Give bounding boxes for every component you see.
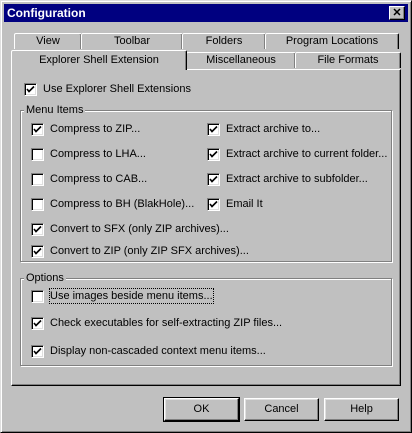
checkbox-box[interactable] — [207, 172, 220, 186]
checkbox-box[interactable] — [31, 289, 44, 303]
extract-subfolder-checkbox[interactable]: Extract archive to subfolder... — [207, 172, 368, 186]
use-shell-ext-label: Use Explorer Shell Extensions — [43, 83, 191, 95]
checkbox-box[interactable] — [31, 172, 44, 186]
tab-miscellaneous[interactable]: Miscellaneous — [186, 52, 296, 68]
extract-to-checkbox[interactable]: Extract archive to... — [207, 122, 320, 136]
checkbox-box[interactable] — [31, 147, 44, 161]
compress-lha-label: Compress to LHA... — [50, 148, 146, 160]
ok-button[interactable]: OK — [163, 397, 240, 422]
compress-bh-label: Compress to BH (BlakHole)... — [50, 198, 195, 210]
tab-view[interactable]: View — [14, 33, 82, 49]
compress-zip-checkbox[interactable]: Compress to ZIP... — [31, 122, 140, 136]
compress-bh-checkbox[interactable]: Compress to BH (BlakHole)... — [31, 197, 194, 211]
checkbox-box[interactable] — [31, 222, 44, 236]
title-bar[interactable]: Configuration ✕ — [4, 4, 408, 22]
tab-folders[interactable]: Folders — [182, 33, 266, 49]
tab-explorer-shell-extension[interactable]: Explorer Shell Extension — [11, 50, 187, 70]
options-group-title: Options — [24, 272, 66, 284]
tab-panel: Use Explorer Shell Extensions Menu Items… — [11, 69, 401, 386]
checkbox-box[interactable] — [207, 122, 220, 136]
convert-sfx-label: Convert to SFX (only ZIP archives)... — [50, 223, 229, 235]
checkbox-box[interactable] — [31, 316, 44, 330]
convert-sfx-checkbox[interactable]: Convert to SFX (only ZIP archives)... — [31, 222, 229, 236]
tab-program-locations[interactable]: Program Locations — [265, 33, 399, 49]
compress-cab-label: Compress to CAB... — [50, 173, 148, 185]
non-cascaded-label: Display non-cascaded context menu items.… — [50, 345, 266, 357]
checkbox-box[interactable] — [31, 122, 44, 136]
use-images-checkbox[interactable]: Use images beside menu items... — [31, 288, 214, 304]
help-button[interactable]: Help — [324, 398, 399, 421]
email-it-label: Email It — [226, 198, 263, 210]
cancel-button[interactable]: Cancel — [244, 398, 319, 421]
extract-current-label: Extract archive to current folder... — [226, 148, 388, 160]
checkbox-box[interactable] — [24, 82, 37, 96]
extract-to-label: Extract archive to... — [226, 123, 321, 135]
non-cascaded-checkbox[interactable]: Display non-cascaded context menu items.… — [31, 344, 266, 358]
checkbox-box[interactable] — [31, 197, 44, 211]
checkbox-box[interactable] — [31, 344, 44, 358]
checkbox-box[interactable] — [31, 244, 44, 258]
check-executables-checkbox[interactable]: Check executables for self-extracting ZI… — [31, 316, 282, 330]
tab-file-formats[interactable]: File Formats — [295, 52, 401, 68]
close-icon: ✕ — [392, 7, 402, 19]
tab-toolbar[interactable]: Toolbar — [81, 33, 183, 49]
convert-zip-checkbox[interactable]: Convert to ZIP (only ZIP SFX archives)..… — [31, 244, 249, 258]
use-images-label: Use images beside menu items... — [49, 288, 214, 304]
email-it-checkbox[interactable]: Email It — [207, 197, 263, 211]
extract-current-checkbox[interactable]: Extract archive to current folder... — [207, 147, 387, 161]
checkbox-box[interactable] — [207, 197, 220, 211]
extract-subfolder-label: Extract archive to subfolder... — [226, 173, 368, 185]
compress-lha-checkbox[interactable]: Compress to LHA... — [31, 147, 146, 161]
menu-items-group-title: Menu Items — [24, 104, 86, 116]
window-title: Configuration — [7, 6, 86, 20]
use-shell-ext-checkbox[interactable]: Use Explorer Shell Extensions — [24, 82, 191, 96]
compress-zip-label: Compress to ZIP... — [50, 123, 141, 135]
convert-zip-label: Convert to ZIP (only ZIP SFX archives)..… — [50, 245, 249, 257]
check-executables-label: Check executables for self-extracting ZI… — [50, 317, 283, 329]
checkbox-box[interactable] — [207, 147, 220, 161]
close-button[interactable]: ✕ — [389, 6, 405, 20]
compress-cab-checkbox[interactable]: Compress to CAB... — [31, 172, 147, 186]
